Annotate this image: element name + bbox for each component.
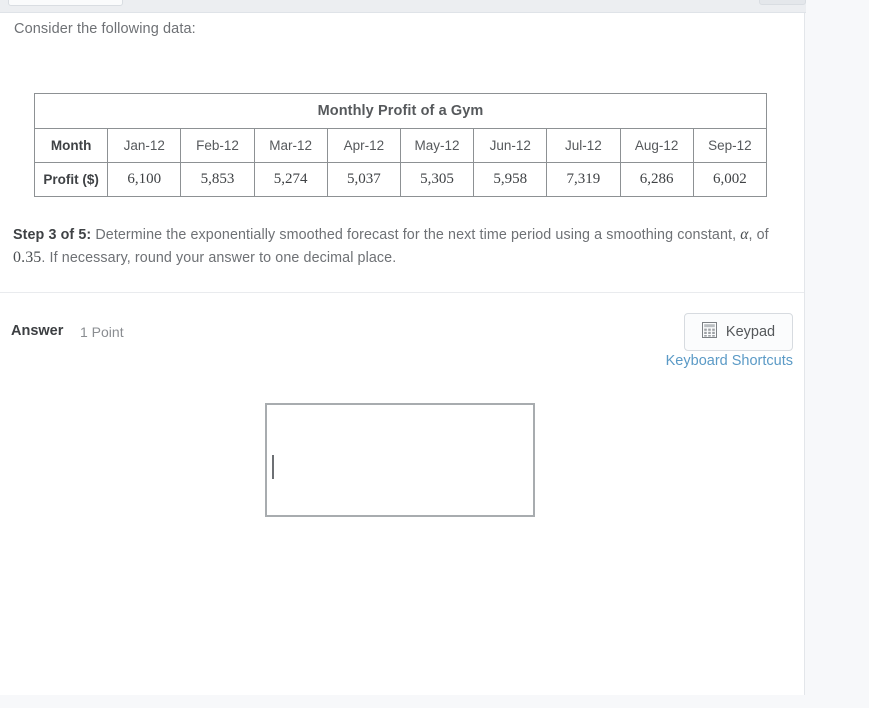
table-title-row: Monthly Profit of a Gym (34, 93, 767, 129)
chrome-tab-right-partial[interactable] (759, 0, 806, 5)
intro-text: Consider the following data: (14, 21, 196, 37)
month-cell: Mar-12 (253, 128, 328, 163)
table-title: Monthly Profit of a Gym (34, 93, 767, 129)
answer-section: Answer 1 Point Keypad Keyboard Shortcuts (0, 293, 804, 708)
keypad-label: Keypad (725, 324, 776, 340)
content-panel: Consider the following data: Monthly Pro… (0, 13, 805, 695)
answer-label: Answer (11, 323, 64, 339)
profit-cell: 6,286 (619, 162, 694, 197)
month-cell: Feb-12 (180, 128, 255, 163)
step-text-part3: . If necessary, round your answer to one… (41, 249, 397, 266)
table-row-months: Month Jan-12 Feb-12 Mar-12 Apr-12 May-12… (33, 128, 768, 163)
step-text-part2: , of (748, 227, 769, 243)
step-text-part1: Determine the exponentially smoothed for… (91, 227, 741, 243)
month-cell: Apr-12 (326, 128, 401, 163)
month-cell: Jan-12 (107, 128, 182, 163)
answer-input[interactable] (265, 403, 535, 517)
profit-cell: 5,305 (399, 162, 475, 197)
calculator-icon (701, 321, 717, 343)
alpha-value: 0.35 (13, 248, 42, 266)
monthly-profit-table: Monthly Profit of a Gym Month Jan-12 Feb… (33, 93, 768, 197)
profit-cell: 5,853 (180, 162, 255, 197)
profit-cell: 7,319 (546, 162, 621, 197)
keyboard-shortcuts-link[interactable]: Keyboard Shortcuts (650, 353, 793, 369)
month-cell: May-12 (399, 128, 475, 163)
row-header-profit: Profit ($) (33, 162, 109, 197)
text-cursor (272, 455, 274, 479)
month-cell: Sep-12 (692, 128, 768, 163)
keypad-button[interactable]: Keypad (684, 313, 793, 351)
profit-cell: 6,100 (107, 162, 182, 197)
profit-cell: 5,274 (253, 162, 328, 197)
month-cell: Jun-12 (473, 128, 548, 163)
table-row-profits: Profit ($) 6,100 5,853 5,274 5,037 5,305… (33, 162, 768, 197)
chrome-tab-left-partial[interactable] (8, 0, 123, 6)
top-chrome-strip (0, 0, 806, 13)
step-label: Step 3 of 5: (13, 227, 92, 243)
points-label: 1 Point (80, 324, 124, 340)
profit-cell: 5,037 (326, 162, 401, 197)
month-cell: Jul-12 (546, 128, 621, 163)
step-instruction: Step 3 of 5: Determine the exponentially… (13, 224, 783, 269)
row-header-month: Month (33, 128, 109, 163)
month-cell: Aug-12 (619, 128, 694, 163)
profit-cell: 6,002 (692, 162, 768, 197)
profit-cell: 5,958 (473, 162, 548, 197)
